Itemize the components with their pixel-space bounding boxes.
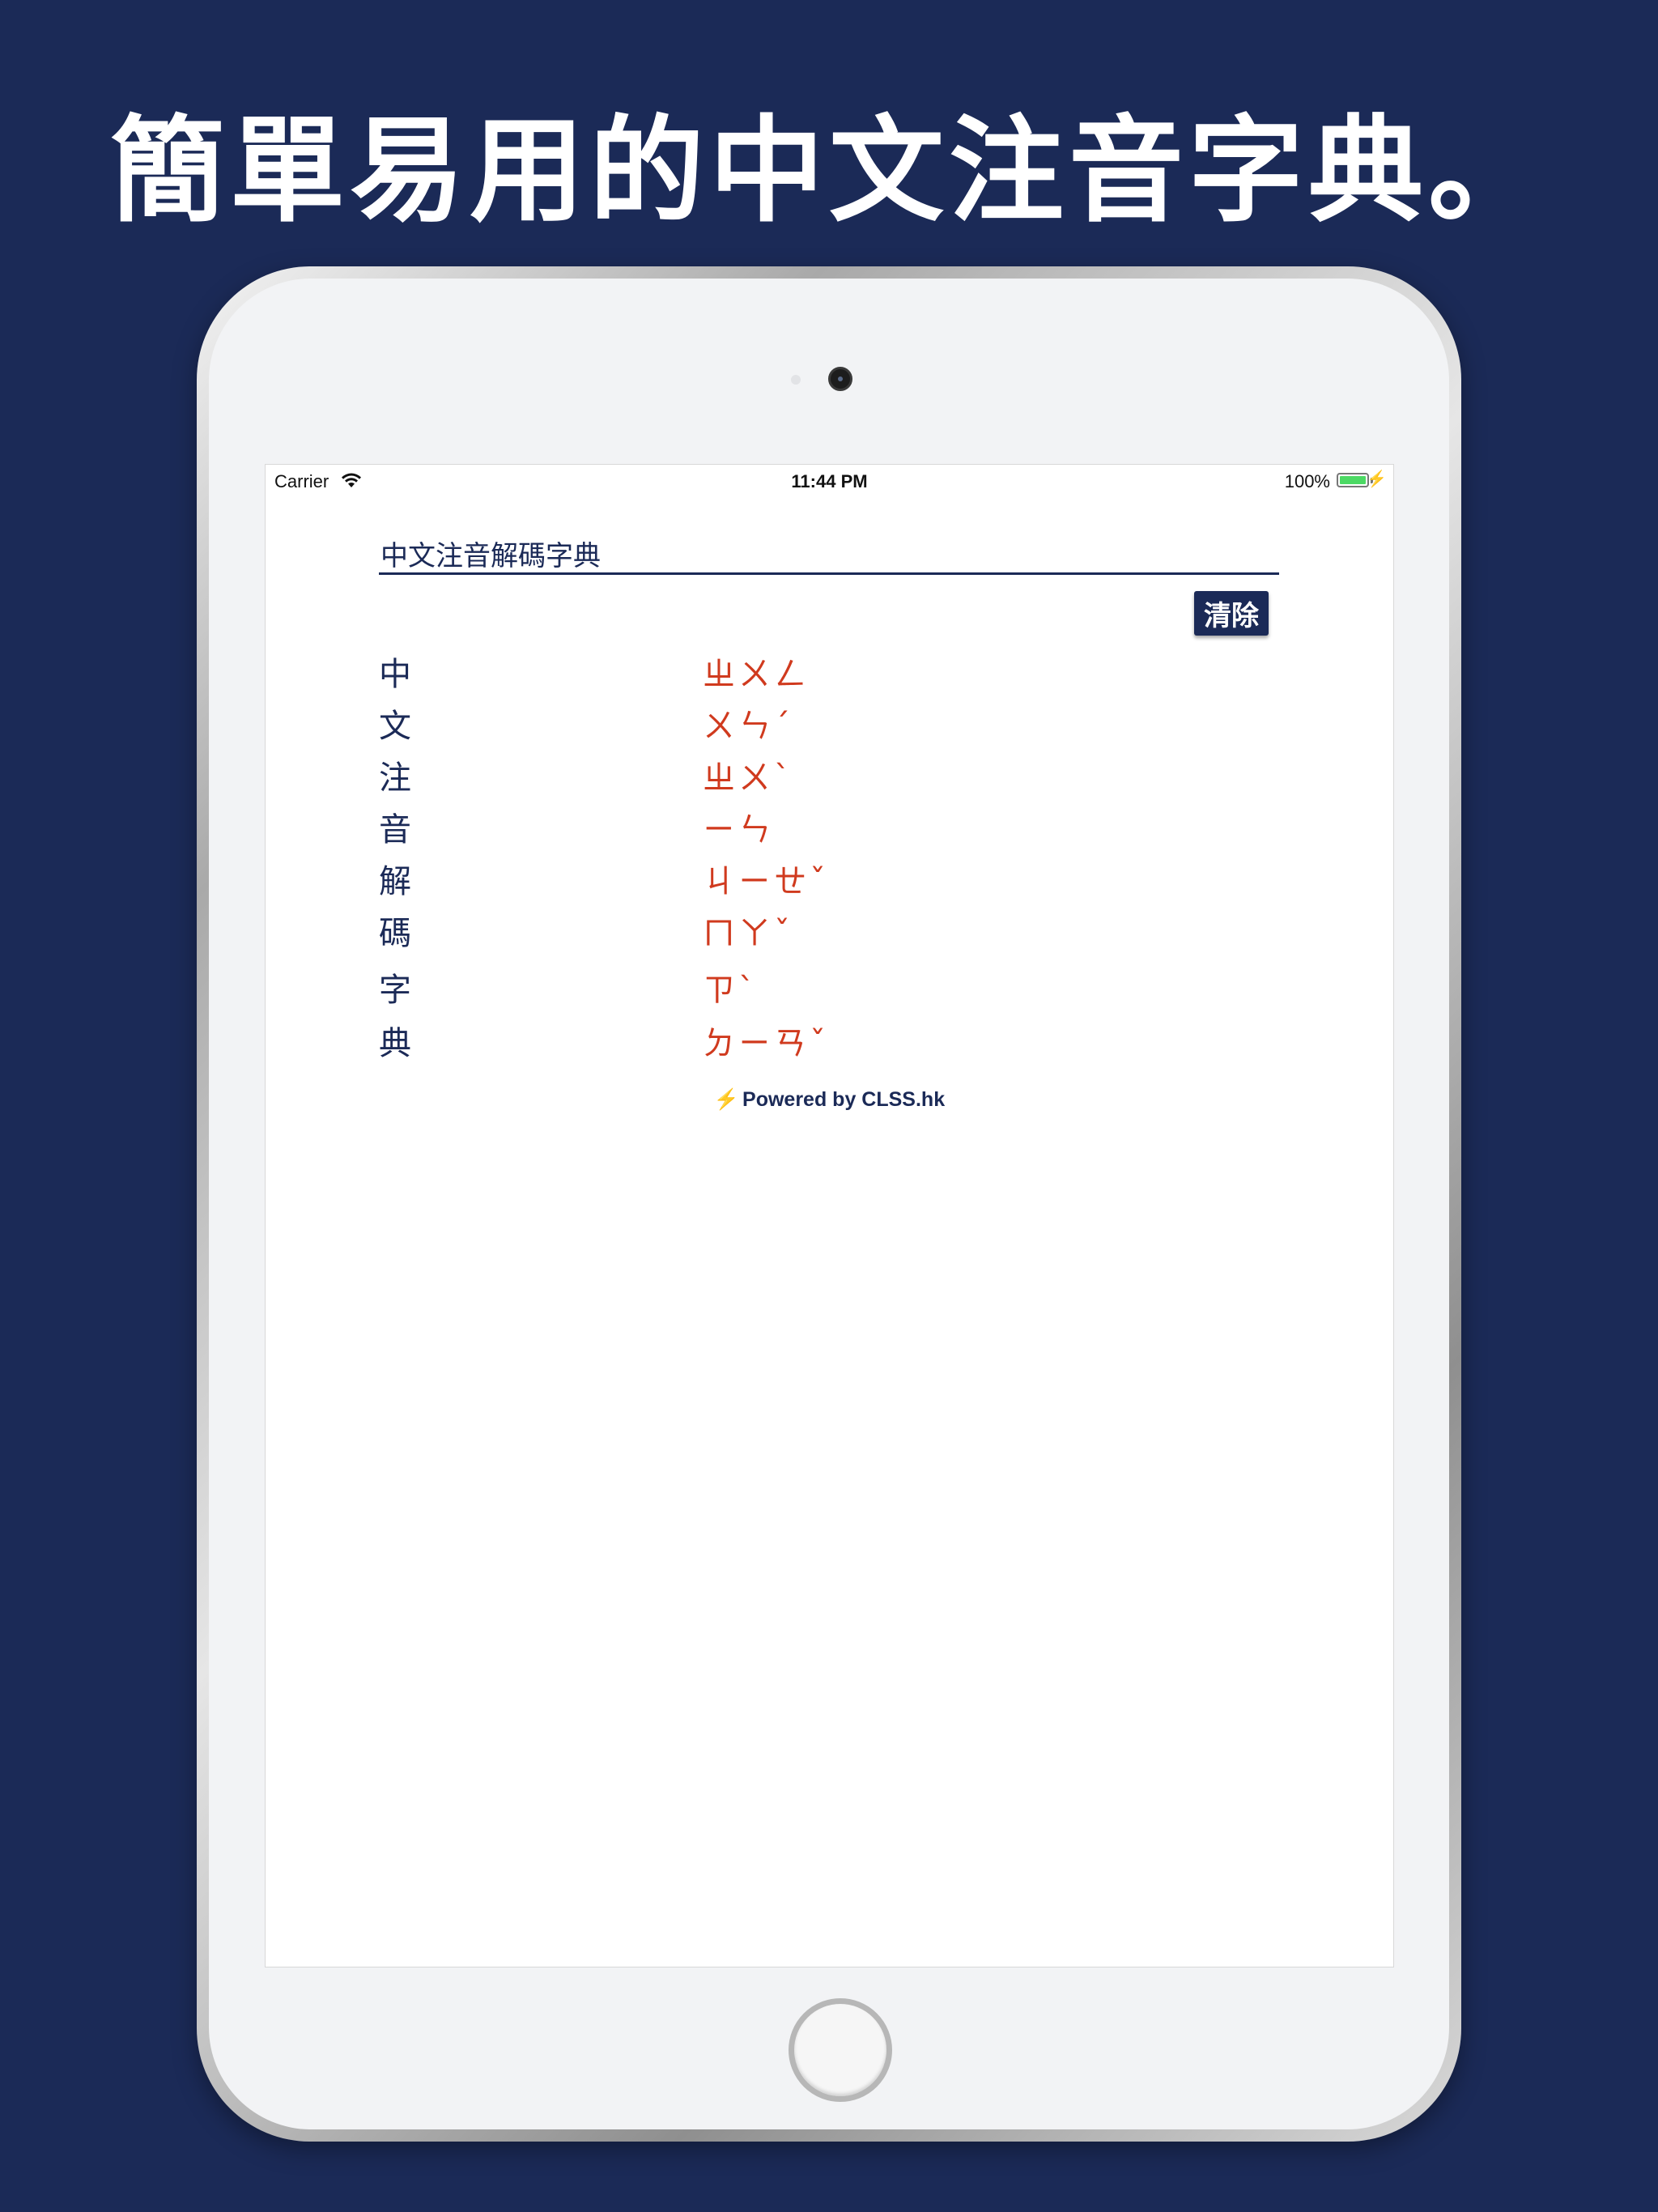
list-item: 注 ㄓㄨˋ — [379, 751, 1269, 803]
powered-by-link[interactable]: ⚡ Powered by CLSS.hk — [266, 1088, 1393, 1112]
results-list: 中 ㄓㄨㄥ 文 ㄨㄣˊ 注 ㄓㄨˋ 音 ㄧㄣ 解 ㄐㄧㄝˇ 碼 ㄇㄚˇ 字 ㄗˋ… — [379, 648, 1269, 1069]
zhuyin-reading: ㄨㄣˊ — [703, 708, 793, 745]
hanzi-character: 音 — [379, 811, 411, 849]
hanzi-character: 典 — [379, 1025, 411, 1062]
lightning-bolt-icon: ⚡ — [713, 1088, 740, 1111]
list-item: 碼 ㄇㄚˇ — [379, 907, 1269, 963]
list-item: 音 ㄧㄣ — [379, 803, 1269, 855]
list-item: 解 ㄐㄧㄝˇ — [379, 855, 1269, 907]
proximity-sensor — [791, 375, 801, 385]
promo-headline: 簡單易用的中文注音字典。 — [110, 104, 1548, 238]
camera-icon — [828, 367, 852, 391]
zhuyin-reading: ㄓㄨㄥ — [703, 656, 810, 693]
list-item: 典 ㄉㄧㄢˇ — [379, 1017, 1269, 1069]
zhuyin-reading: ㄓㄨˋ — [703, 759, 793, 797]
hanzi-character: 碼 — [379, 915, 411, 952]
search-field[interactable] — [379, 534, 1279, 575]
clear-button[interactable]: 清除 — [1194, 591, 1269, 636]
zhuyin-reading: ㄗˋ — [703, 972, 758, 1009]
zhuyin-reading: ㄉㄧㄢˇ — [703, 1025, 829, 1062]
hanzi-character: 中 — [379, 656, 411, 693]
ipad-bezel: Carrier 11:44 PM 100% ⚡ 清除 — [209, 279, 1449, 2129]
zhuyin-reading: ㄧㄣ — [703, 811, 774, 849]
charging-bolt-icon: ⚡ — [1367, 470, 1387, 488]
battery-level — [1340, 476, 1366, 484]
list-item: 中 ㄓㄨㄥ — [379, 648, 1269, 700]
hanzi-character: 注 — [379, 759, 411, 797]
hanzi-character: 字 — [379, 972, 411, 1009]
home-button[interactable] — [789, 1998, 892, 2102]
status-time: 11:44 PM — [791, 471, 868, 491]
list-item: 字 ㄗˋ — [379, 963, 1269, 1017]
wifi-icon — [342, 473, 361, 487]
zhuyin-reading: ㄐㄧㄝˇ — [703, 863, 829, 900]
status-bar: Carrier 11:44 PM 100% ⚡ — [266, 465, 1393, 499]
powered-by-text: Powered by CLSS.hk — [742, 1088, 946, 1111]
hanzi-character: 文 — [379, 708, 411, 745]
battery-icon — [1337, 473, 1369, 487]
hanzi-character: 解 — [379, 863, 411, 900]
carrier-label: Carrier — [274, 471, 329, 491]
list-item: 文 ㄨㄣˊ — [379, 700, 1269, 751]
zhuyin-reading: ㄇㄚˇ — [703, 915, 793, 952]
battery-percent: 100% — [1284, 471, 1330, 491]
app-screen: Carrier 11:44 PM 100% ⚡ 清除 — [265, 464, 1394, 1967]
ipad-frame: Carrier 11:44 PM 100% ⚡ 清除 — [197, 266, 1461, 2142]
search-input[interactable] — [379, 534, 1279, 572]
